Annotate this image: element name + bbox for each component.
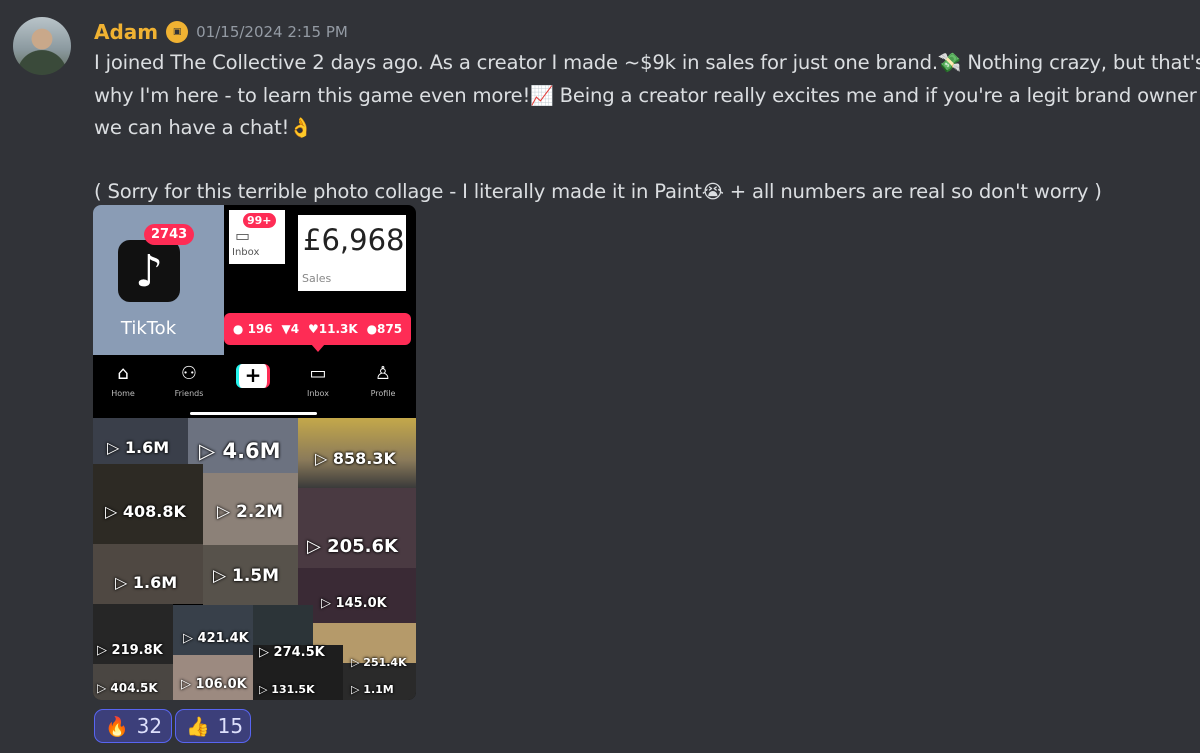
view-count: ▷ 106.0K: [181, 677, 247, 692]
money-emoji: 💸: [937, 52, 962, 74]
nav-label: Friends: [174, 389, 204, 398]
inbox-crop: ▭ 99+ Inbox: [229, 210, 285, 264]
message-text: we can have a chat!: [94, 116, 290, 139]
like-count: 11.3K: [318, 322, 358, 336]
nav-label: Profile: [370, 389, 396, 398]
reaction-count: 15: [217, 714, 244, 738]
reaction-thumbs-up[interactable]: 👍 15: [175, 709, 251, 743]
nav-inbox: ▭ Inbox: [293, 363, 343, 398]
reaction-count: 32: [136, 714, 163, 738]
sales-value: £6,968: [303, 223, 405, 257]
view-count: ▷ 145.0K: [321, 596, 387, 611]
inbox-badge: 99+: [243, 213, 276, 228]
follower-stat: ●875: [367, 322, 403, 336]
person-icon: ●: [366, 322, 378, 336]
ok-hand-emoji: 👌: [289, 117, 313, 139]
reaction-fire[interactable]: 🔥 32: [94, 709, 172, 743]
sales-label: Sales: [302, 272, 332, 285]
notification-count: 2743: [144, 224, 195, 245]
fire-icon: 🔥: [105, 715, 129, 738]
chart-emoji: 📈: [530, 84, 554, 107]
message-text: ( Sorry for this terrible photo collage …: [94, 180, 702, 203]
message-text: Nothing crazy, but that's: [961, 51, 1200, 74]
inbox-icon: ▭: [309, 363, 327, 384]
view-count: ▷ 2.2M: [217, 502, 284, 522]
tiktok-app-tile: ♪ 2743 TikTok: [93, 205, 224, 355]
view-count: ▷ 408.8K: [105, 502, 186, 521]
message-timestamp: 01/15/2024 2:15 PM: [196, 23, 348, 41]
view-count: ▷ 4.6M: [199, 439, 281, 463]
comment-stat: ● 196: [233, 322, 273, 336]
image-attachment[interactable]: ♪ 2743 TikTok ▭ 99+ Inbox £6,968 Sales ●…: [93, 205, 416, 700]
view-count: ▷ 1.1M: [351, 683, 394, 696]
nav-friends: ⚇ Friends: [164, 363, 214, 398]
view-count: ▷ 404.5K: [97, 681, 158, 695]
profile-icon: ♙: [374, 363, 392, 384]
nav-label: Home: [111, 389, 135, 398]
video-thumbnail: [173, 605, 253, 655]
guild-badge-icon[interactable]: ▣: [166, 21, 189, 43]
tiktok-logo-icon: ♪: [118, 240, 180, 302]
activity-stats-pill: ● 196 ▼4 ♥11.3K ●875: [224, 313, 411, 345]
view-count: ▷ 205.6K: [307, 536, 398, 557]
heart-icon: ♥: [308, 322, 319, 336]
message-text: why I'm here - to learn this game even m…: [94, 83, 531, 107]
follower-count: 875: [377, 322, 403, 336]
message-line: ( Sorry for this terrible photo collage …: [94, 176, 1194, 209]
nav-label: Inbox: [307, 389, 329, 398]
inbox-label: Inbox: [232, 247, 260, 258]
thumbs-up-icon: 👍: [186, 715, 210, 738]
comment-icon: ●: [232, 322, 244, 336]
author-name[interactable]: Adam: [94, 20, 158, 44]
funnel-icon: ▼: [281, 322, 291, 336]
crying-emoji: 😭: [701, 181, 724, 203]
repost-stat: ▼4: [282, 322, 300, 336]
message-line: why I'm here - to learn this game even m…: [94, 80, 1197, 113]
view-count: ▷ 251.4K: [351, 656, 407, 669]
view-count: ▷ 219.8K: [97, 643, 163, 658]
friends-icon: ⚇: [180, 363, 198, 384]
message-content: I joined The Collective 2 days ago. As a…: [94, 47, 1200, 209]
home-indicator-bar: [190, 412, 317, 415]
video-thumbnail: [253, 605, 313, 645]
sales-card: £6,968 Sales: [298, 215, 406, 291]
message-line: I joined The Collective 2 days ago. As a…: [94, 47, 1200, 80]
app-name: TikTok: [120, 318, 177, 339]
pill-pointer: [311, 344, 325, 352]
message-text: Being a creator really excites me and if…: [553, 83, 1197, 107]
view-count: ▷ 131.5K: [259, 683, 315, 696]
view-count: ▷ 1.6M: [107, 438, 170, 457]
message-text: I joined The Collective 2 days ago. As a…: [94, 51, 938, 74]
message-text: + all numbers are real so don't worry ): [723, 180, 1102, 203]
message-icon: ▭: [235, 226, 251, 245]
nav-home: ⌂ Home: [98, 363, 148, 398]
view-count: ▷ 274.5K: [259, 645, 325, 660]
message-header: Adam ▣ 01/15/2024 2:15 PM: [94, 18, 348, 46]
view-count: ▷ 858.3K: [315, 449, 396, 468]
view-count: ▷ 421.4K: [183, 631, 249, 646]
create-plus-icon: +: [236, 364, 270, 388]
comment-count: 196: [247, 322, 273, 336]
nav-profile: ♙ Profile: [358, 363, 408, 398]
message-line: we can have a chat!👌: [94, 112, 1194, 145]
view-count: ▷ 1.5M: [213, 566, 280, 586]
like-stat: ♥11.3K: [308, 322, 358, 336]
user-avatar[interactable]: [13, 17, 71, 75]
repost-count: 4: [290, 322, 300, 336]
view-count: ▷ 1.6M: [115, 573, 178, 592]
home-icon: ⌂: [117, 363, 129, 384]
